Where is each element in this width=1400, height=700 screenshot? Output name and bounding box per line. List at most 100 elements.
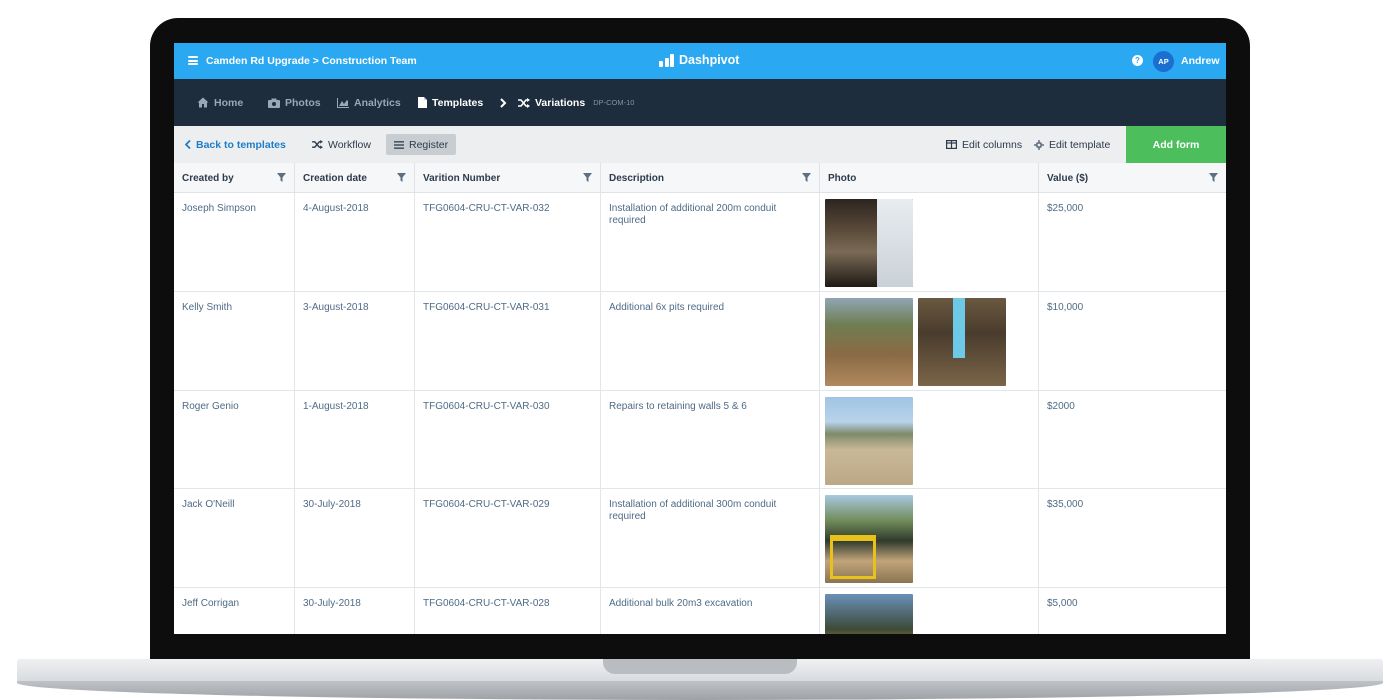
column-label: Photo [828, 172, 857, 184]
photo-thumbnail[interactable] [825, 495, 913, 583]
filter-icon[interactable] [277, 173, 286, 182]
chevron-right-icon [500, 79, 507, 126]
nav-item-label: Home [214, 96, 244, 109]
shuffle-icon [518, 97, 530, 108]
nav-item-label: Variations [535, 96, 586, 109]
workflow-button[interactable]: Workflow [312, 126, 371, 163]
hamburger-menu-icon[interactable] [188, 56, 198, 65]
cell-variation-number: TFG0604-CRU-CT-VAR-032 [415, 193, 601, 291]
add-form-button[interactable]: Add form [1126, 126, 1226, 163]
workflow-label: Workflow [328, 138, 371, 151]
cell-creation-date: 1-August-2018 [295, 391, 415, 488]
nav-item-label: Analytics [354, 96, 401, 109]
edit-columns-label: Edit columns [962, 138, 1023, 151]
cell-created-by: Kelly Smith [174, 292, 295, 390]
template-code: DP-COM-10 [593, 98, 635, 107]
cell-creation-date: 30-July-2018 [295, 489, 415, 587]
project-breadcrumb[interactable]: Camden Rd Upgrade > Construction Team [206, 55, 417, 67]
cell-photo [820, 292, 1039, 390]
cell-value: $10,000 [1047, 302, 1084, 313]
column-header-value[interactable]: Value ($) [1039, 163, 1226, 193]
nav-item-label: Photos [285, 96, 321, 109]
nav-item-home[interactable]: Home [197, 79, 243, 126]
column-header-created-by[interactable]: Created by [174, 163, 295, 193]
table-row[interactable]: Kelly Smith 3-August-2018 TFG0604-CRU-CT… [174, 292, 1226, 391]
main-nav: Home Photos Analytics Templates Variatio… [174, 79, 1226, 126]
brand-name: Dashpivot [679, 53, 740, 67]
cell-value: $5,000 [1047, 598, 1078, 609]
toolbar: Back to templates Workflow Register Edit… [174, 126, 1226, 163]
photo-thumbnail[interactable] [825, 594, 913, 634]
cell-description: Additional bulk 20m3 excavation [601, 588, 820, 634]
cell-value: $2000 [1047, 401, 1075, 412]
cell-value: $35,000 [1047, 499, 1084, 510]
filter-icon[interactable] [1209, 173, 1218, 182]
cell-creation-date: 30-July-2018 [295, 588, 415, 634]
cell-variation-number: TFG0604-CRU-CT-VAR-031 [415, 292, 601, 390]
filter-icon[interactable] [802, 173, 811, 182]
cell-variation-number: TFG0604-CRU-CT-VAR-029 [415, 489, 601, 587]
nav-item-variations[interactable]: Variations DP-COM-10 [518, 79, 634, 126]
cell-description: Installation of additional 200m conduit … [601, 193, 820, 291]
cell-created-by: Jack O'Neill [174, 489, 295, 587]
back-to-templates-link[interactable]: Back to templates [185, 126, 286, 163]
filter-icon[interactable] [397, 173, 406, 182]
list-icon [394, 140, 404, 149]
file-icon [418, 97, 427, 108]
camera-icon [268, 98, 280, 108]
cell-created-by: Roger Genio [174, 391, 295, 488]
column-header-variation-number[interactable]: Varition Number [415, 163, 601, 193]
cell-variation-number: TFG0604-CRU-CT-VAR-028 [415, 588, 601, 634]
username[interactable]: Andrew [1181, 55, 1220, 67]
shuffle-icon [312, 140, 323, 149]
cell-value: $25,000 [1047, 203, 1084, 214]
cell-variation-number: TFG0604-CRU-CT-VAR-030 [415, 391, 601, 488]
top-bar: Camden Rd Upgrade > Construction Team Da… [174, 43, 1226, 79]
laptop-base-bottom [17, 681, 1383, 700]
photo-thumbnail[interactable] [825, 397, 913, 485]
chart-icon [337, 97, 349, 108]
cell-photo [820, 193, 1039, 291]
dashpivot-logo-icon [659, 53, 674, 67]
table-row[interactable]: Jeff Corrigan 30-July-2018 TFG0604-CRU-C… [174, 588, 1226, 634]
cell-photo [820, 391, 1039, 488]
cell-creation-date: 4-August-2018 [295, 193, 415, 291]
edit-columns-button[interactable]: Edit columns [946, 126, 1022, 163]
column-header-description[interactable]: Description [601, 163, 820, 193]
home-icon [197, 97, 209, 108]
edit-template-button[interactable]: Edit template [1034, 126, 1110, 163]
column-label: Value ($) [1047, 172, 1089, 184]
filter-icon[interactable] [583, 173, 592, 182]
column-label: Description [609, 172, 665, 184]
columns-icon [946, 140, 957, 149]
photo-thumbnail[interactable] [825, 298, 913, 386]
nav-item-label: Templates [432, 96, 484, 109]
nav-item-analytics[interactable]: Analytics [337, 79, 401, 126]
table-row[interactable]: Jack O'Neill 30-July-2018 TFG0604-CRU-CT… [174, 489, 1226, 588]
nav-item-templates[interactable]: Templates [418, 79, 483, 126]
table-row[interactable]: Roger Genio 1-August-2018 TFG0604-CRU-CT… [174, 391, 1226, 489]
edit-template-label: Edit template [1049, 138, 1111, 151]
cell-created-by: Joseph Simpson [174, 193, 295, 291]
table-row[interactable]: Joseph Simpson 4-August-2018 TFG0604-CRU… [174, 193, 1226, 292]
cell-photo [820, 489, 1039, 587]
help-icon[interactable]: ? [1132, 55, 1143, 66]
column-header-photo[interactable]: Photo [820, 163, 1039, 193]
cell-photo [820, 588, 1039, 634]
register-table: Created by Creation date Varition Number… [174, 163, 1226, 634]
column-header-creation-date[interactable]: Creation date [295, 163, 415, 193]
nav-item-photos[interactable]: Photos [268, 79, 321, 126]
brand-logo[interactable]: Dashpivot [659, 53, 739, 67]
column-label: Varition Number [423, 172, 501, 184]
column-label: Creation date [303, 172, 367, 184]
gear-icon [1034, 139, 1044, 150]
back-label: Back to templates [196, 138, 286, 151]
laptop-notch [603, 659, 797, 674]
cell-created-by: Jeff Corrigan [174, 588, 295, 634]
register-label: Register [409, 138, 449, 151]
photo-thumbnail[interactable] [918, 298, 1006, 386]
register-button[interactable]: Register [386, 134, 457, 155]
avatar[interactable]: AP [1153, 51, 1174, 72]
photo-thumbnail[interactable] [825, 199, 913, 287]
cell-creation-date: 3-August-2018 [295, 292, 415, 390]
